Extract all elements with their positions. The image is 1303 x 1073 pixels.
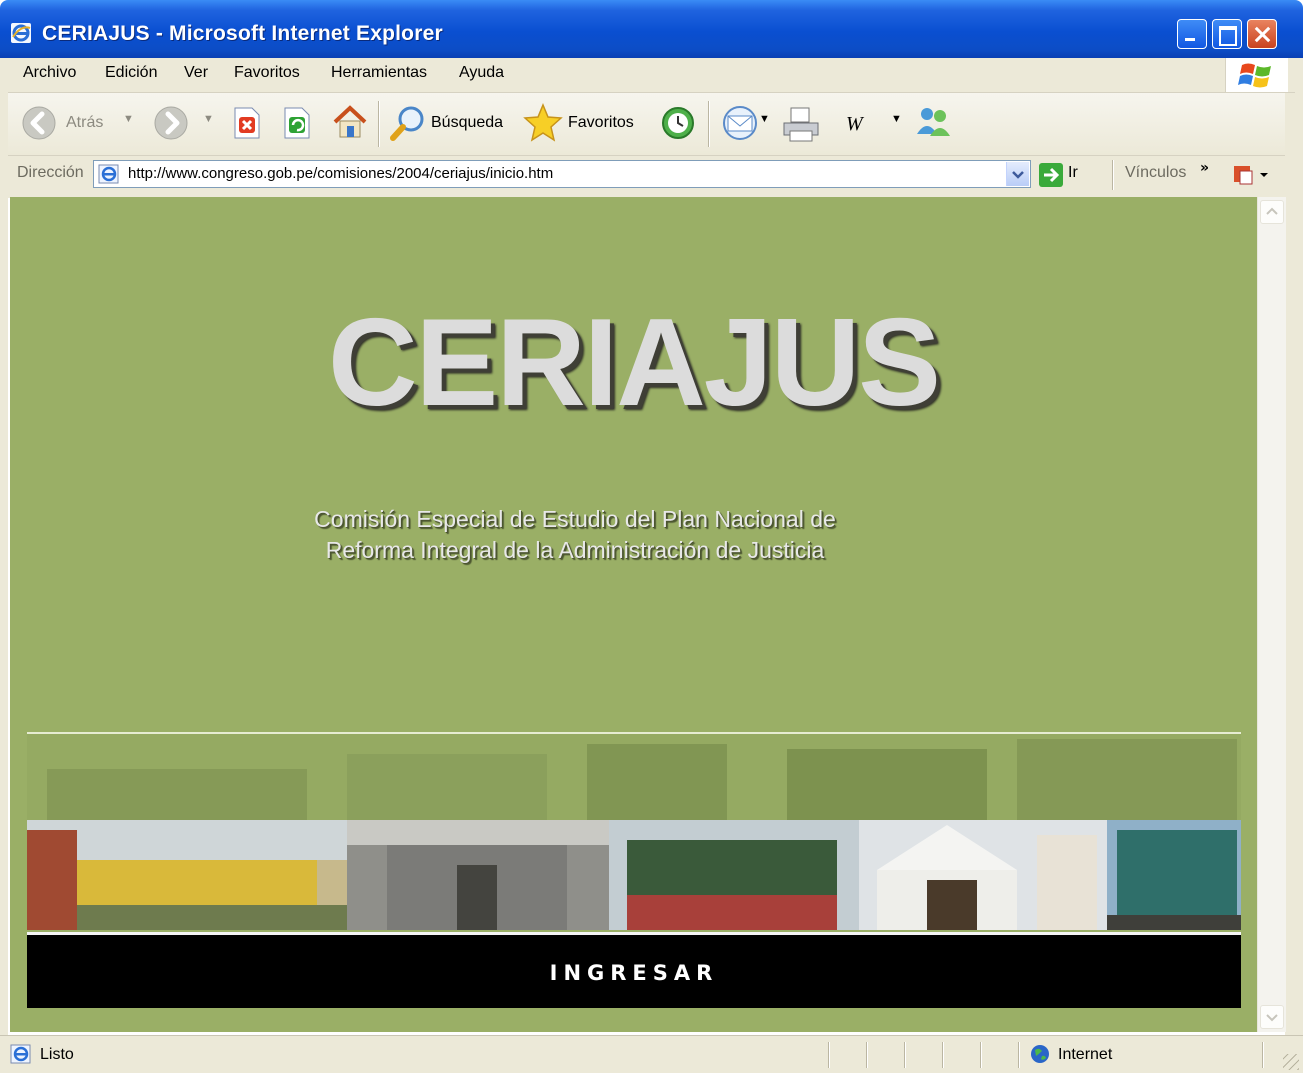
window-title: CERIAJUS - Microsoft Internet Explorer [42,22,443,45]
globe-icon [1031,1045,1049,1063]
forward-arrow-icon[interactable] [154,106,188,140]
status-divider [942,1042,943,1068]
chevron-down-icon [1012,171,1024,179]
menu-archivo[interactable]: Archivo [23,64,76,82]
status-divider [866,1042,867,1068]
address-url: http://www.congreso.gob.pe/comisiones/20… [128,165,554,182]
status-divider [1018,1042,1019,1068]
status-divider [904,1042,905,1068]
window-frame-right [1285,58,1303,1072]
vertical-scrollbar[interactable] [1257,197,1286,1032]
address-dropdown-button[interactable] [1006,162,1029,186]
menu-ayuda[interactable]: Ayuda [459,64,504,82]
subtitle-line-1: Comisión Especial de Estudio del Plan Na… [314,506,836,532]
page-ie-icon [98,164,119,184]
subtitle-line-2: Reforma Integral de la Administración de… [325,537,825,563]
enter-button[interactable]: INGRESAR [27,932,1241,1008]
search-label[interactable]: Búsqueda [431,114,503,132]
address-separator [1112,160,1113,190]
security-zone: Internet [1058,1046,1113,1063]
favorites-label[interactable]: Favoritos [568,114,634,132]
title-bar[interactable]: CERIAJUS - Microsoft Internet Explorer [0,0,1303,58]
status-bar: Listo Internet [0,1035,1303,1073]
chevron-up-icon [1266,207,1278,215]
search-icon[interactable] [389,104,427,142]
address-label: Dirección [17,164,84,181]
buildings-photo-strip [27,820,1241,930]
minimize-button[interactable] [1177,19,1207,49]
status-divider [1262,1042,1263,1068]
page-done-icon [10,1044,31,1064]
standard-toolbar: Atrás ▼ ▼ Búsqueda Favoritos ▼ W ▼ [8,93,1285,156]
enter-button-label: INGRESAR [549,961,719,985]
ie-app-icon [11,23,31,43]
mail-dropdown-icon[interactable]: ▼ [759,113,770,125]
toolbar-separator [708,101,709,147]
menu-favoritos[interactable]: Favoritos [234,64,300,82]
status-divider [828,1042,829,1068]
menu-herramientas[interactable]: Herramientas [331,64,427,82]
page-subtitle: Comisión Especial de Estudio del Plan Na… [250,504,900,566]
home-icon[interactable] [331,104,369,140]
maximize-button[interactable] [1212,19,1242,49]
page-content: CERIAJUS Comisión Especial de Estudio de… [10,197,1257,1032]
faded-buildings-banner [27,734,1241,820]
print-icon[interactable] [781,105,821,143]
back-arrow-icon[interactable] [22,106,56,140]
scroll-down-button[interactable] [1260,1005,1284,1029]
resize-grip[interactable] [1283,1054,1299,1070]
stop-icon[interactable] [232,107,262,139]
status-divider [980,1042,981,1068]
history-icon[interactable] [660,105,696,141]
toolbar-separator [378,101,379,147]
windows-flag-icon [1238,63,1271,88]
chevron-down-icon [1266,1014,1278,1022]
back-dropdown-icon[interactable]: ▼ [123,113,134,125]
menu-edicion[interactable]: Edición [105,64,157,82]
status-text: Listo [40,1046,74,1063]
go-arrow-icon[interactable] [1038,162,1064,188]
menu-bar: Archivo Edición Ver Favoritos Herramient… [8,58,1295,93]
word-edit-icon[interactable]: W [846,113,863,136]
mail-icon[interactable] [721,104,759,142]
refresh-icon[interactable] [282,107,312,139]
chevron-right-icon[interactable]: » [1200,160,1209,176]
scroll-up-button[interactable] [1260,200,1284,224]
close-button[interactable] [1247,19,1277,49]
address-input[interactable]: http://www.congreso.gob.pe/comisiones/20… [93,160,1031,188]
back-label[interactable]: Atrás [66,114,103,132]
favorites-star-icon[interactable] [523,103,563,143]
brand-title: CERIAJUS [327,294,941,432]
address-bar: Dirección http://www.congreso.gob.pe/com… [8,156,1295,194]
forward-dropdown-icon[interactable]: ▼ [203,113,214,125]
messenger-icon[interactable] [913,104,953,140]
go-button-label[interactable]: Ir [1068,164,1078,182]
edit-dropdown-icon[interactable]: ▼ [891,113,902,125]
menu-ver[interactable]: Ver [184,64,208,82]
office-icon[interactable] [1230,162,1270,188]
links-label[interactable]: Vínculos [1125,164,1186,182]
window-frame-left [0,58,8,1072]
